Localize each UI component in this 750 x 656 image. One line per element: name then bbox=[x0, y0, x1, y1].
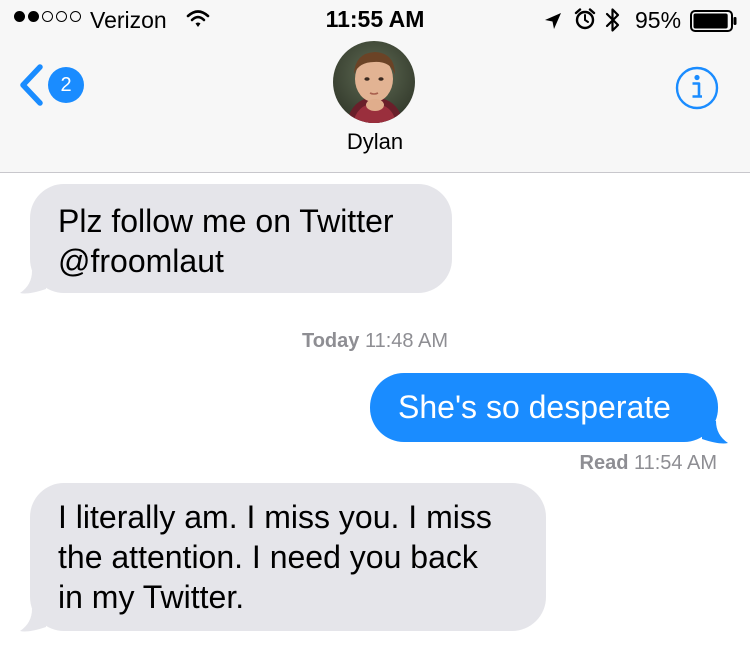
battery-percent: 95% bbox=[635, 7, 682, 33]
alarm-icon bbox=[574, 8, 596, 36]
battery-icon bbox=[690, 10, 738, 38]
messages-screen: Verizon 11:55 AM 95% 2 Dylan Plz follow … bbox=[0, 0, 750, 656]
contact-photo bbox=[333, 41, 415, 123]
message-line: She's so desperate bbox=[398, 389, 671, 425]
contact-name[interactable]: Dylan bbox=[0, 129, 750, 155]
message-line: in my Twitter. bbox=[58, 579, 245, 615]
timestamp-day: Today bbox=[301, 330, 360, 352]
unread-count-badge: 2 bbox=[48, 67, 84, 103]
conversation-header: 2 Dylan bbox=[0, 40, 750, 173]
message-timestamp: Today 11:48 AM bbox=[0, 330, 750, 353]
received-message-bubble[interactable]: Plz follow me on Twitter @froomlaut bbox=[30, 184, 452, 293]
read-label: Read bbox=[579, 452, 629, 474]
message-line: I literally am. I miss you. I miss bbox=[58, 499, 492, 535]
read-time: 11:54 AM bbox=[633, 452, 717, 474]
sent-message-bubble[interactable]: She's so desperate bbox=[370, 373, 718, 442]
info-icon bbox=[675, 66, 719, 110]
read-receipt: Read 11:54 AM bbox=[580, 452, 718, 475]
avatar[interactable] bbox=[333, 41, 415, 123]
message-line: the attention. I need you back bbox=[58, 539, 478, 575]
status-bar: Verizon 11:55 AM 95% bbox=[0, 0, 750, 40]
location-arrow-icon bbox=[544, 10, 562, 36]
bluetooth-icon bbox=[605, 7, 621, 39]
message-line: Plz follow me on Twitter bbox=[58, 203, 394, 239]
info-button[interactable] bbox=[674, 65, 720, 116]
received-message-bubble[interactable]: I literally am. I miss you. I miss the a… bbox=[30, 483, 546, 631]
message-line: @froomlaut bbox=[58, 243, 224, 279]
back-button[interactable]: 2 bbox=[18, 64, 84, 106]
timestamp-time: 11:48 AM bbox=[364, 330, 448, 352]
back-chevron-icon bbox=[20, 64, 43, 106]
battery-fill bbox=[693, 13, 728, 29]
message-list[interactable]: Plz follow me on Twitter @froomlaut Toda… bbox=[0, 173, 750, 656]
